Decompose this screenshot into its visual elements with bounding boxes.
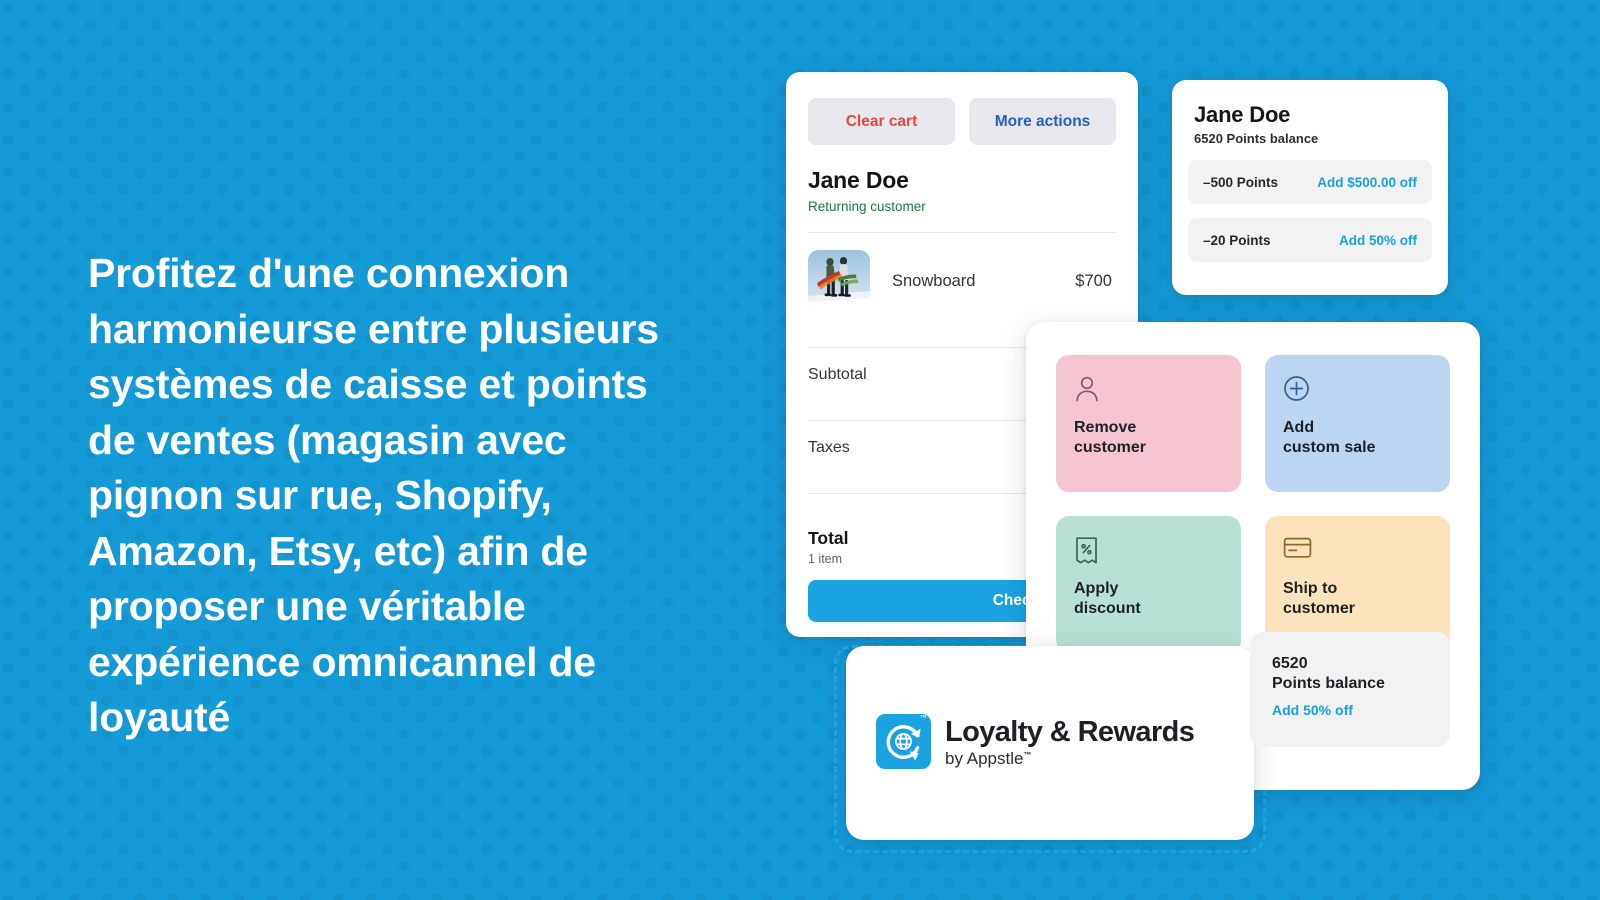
points-redeem-row[interactable]: –20 Points Add 50% off (1188, 218, 1432, 262)
clear-cart-button[interactable]: Clear cart (808, 98, 955, 145)
balance-tile-label: Points balance (1272, 675, 1385, 692)
points-reward-link[interactable]: Add $500.00 off (1317, 175, 1417, 190)
points-reward-link[interactable]: Add 50% off (1339, 233, 1417, 248)
person-icon (1074, 375, 1223, 405)
discount-tag-icon (1074, 536, 1223, 566)
loyalty-subtitle-text: by Appstle (945, 748, 1024, 768)
plus-circle-icon (1283, 375, 1432, 405)
cart-customer-block: Jane Doe Returning customer (786, 145, 1138, 214)
logo-trademark-symbol: ™ (920, 715, 927, 722)
tile-apply-discount[interactable]: Apply discount (1056, 516, 1241, 653)
credit-card-icon (1283, 536, 1432, 566)
points-cost: –500 Points (1203, 174, 1279, 190)
points-balance-card: Jane Doe 6520 Points balance –500 Points… (1172, 80, 1448, 295)
loyalty-logo-lockup: ™ Loyalty & Rewards by Appstle™ (876, 714, 1195, 769)
tile-label: Remove customer (1074, 419, 1147, 456)
screenshot-root: Profitez d'une connexion harmonieurse en… (0, 0, 1600, 900)
balance-tile-points: 6520 (1272, 655, 1308, 672)
cart-action-bar: Clear cart More actions (786, 72, 1138, 145)
tile-remove-customer[interactable]: Remove customer (1056, 355, 1241, 492)
cart-subtotal-label: Subtotal (808, 366, 867, 383)
tile-label: Ship to customer (1283, 580, 1356, 617)
loyalty-rewards-logo-card: ™ Loyalty & Rewards by Appstle™ (846, 646, 1254, 840)
tile-add-custom-sale[interactable]: Add custom sale (1265, 355, 1450, 492)
cart-item-name: Snowboard (892, 271, 976, 290)
points-cost: –20 Points (1203, 232, 1271, 248)
loyalty-title: Loyalty & Rewards (945, 715, 1195, 748)
tile-label: Add custom sale (1283, 419, 1376, 456)
cart-line-item[interactable]: Snowboard $700 (786, 233, 1138, 329)
cart-taxes-label: Taxes (808, 439, 850, 456)
page-headline: Profitez d'une connexion harmonieurse en… (88, 250, 659, 740)
points-card-balance: 6520 Points balance (1194, 131, 1319, 146)
points-redeem-row[interactable]: –500 Points Add $500.00 off (1188, 160, 1432, 204)
quick-actions-grid: Remove customer Add custom sale Apply di… (1056, 355, 1450, 653)
tile-label: Apply discount (1074, 580, 1141, 617)
points-card-customer-name: Jane Doe (1194, 102, 1291, 127)
more-actions-button[interactable]: More actions (969, 98, 1116, 145)
globe-refresh-logo-icon: ™ (876, 714, 931, 769)
loyalty-wordmark: Loyalty & Rewards by Appstle™ (945, 715, 1195, 769)
cart-customer-status-badge: Returning customer (808, 199, 926, 214)
balance-tile-action-link[interactable]: Add 50% off (1272, 702, 1450, 718)
cart-customer-name: Jane Doe (808, 167, 909, 193)
snowboard-product-thumbnail (808, 250, 870, 312)
subtitle-trademark-symbol: ™ (1023, 749, 1032, 759)
loyalty-subtitle: by Appstle™ (945, 749, 1031, 769)
points-balance-tile[interactable]: 6520 Points balance Add 50% off (1250, 632, 1450, 747)
cart-item-price: $700 (1075, 271, 1112, 290)
